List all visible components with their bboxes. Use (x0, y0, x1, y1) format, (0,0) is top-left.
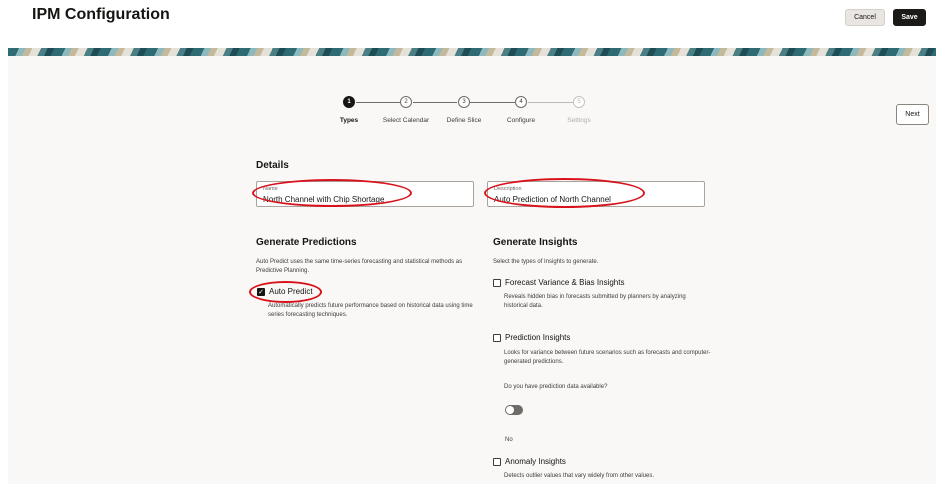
toggle-knob (506, 406, 514, 414)
page-header: IPM Configuration Cancel Save (0, 0, 936, 48)
step-2-label[interactable]: Select Calendar (381, 116, 431, 126)
step-1-label[interactable]: Types (324, 116, 374, 126)
anomaly-insights-checkbox[interactable] (493, 458, 501, 466)
next-button[interactable]: Next (896, 104, 929, 125)
prediction-data-toggle-value: No (505, 437, 513, 443)
predictions-heading: Generate Predictions (256, 237, 357, 248)
save-button[interactable]: Save (893, 9, 926, 26)
annotation-circle (252, 179, 412, 207)
step-connector (470, 102, 515, 103)
details-heading: Details (256, 160, 289, 171)
auto-predict-help: Automatically predicts future performanc… (268, 303, 473, 318)
prediction-insights-help: Looks for variance between future scenar… (504, 350, 711, 365)
prediction-insights-label[interactable]: Prediction Insights (505, 333, 570, 342)
annotation-circle (484, 178, 645, 208)
prediction-data-toggle[interactable] (505, 405, 523, 415)
step-2-circle[interactable]: 2 (400, 96, 412, 108)
step-5-label: Settings (567, 117, 591, 124)
forecast-variance-label[interactable]: Forecast Variance & Bias Insights (505, 278, 624, 287)
annotation-circle (249, 281, 322, 303)
decorative-banner (8, 48, 936, 56)
step-connector (413, 102, 457, 103)
forecast-variance-help: Reveals hidden bias in forecasts submitt… (504, 294, 686, 309)
prediction-data-question: Do you have prediction data available? (504, 384, 608, 390)
step-connector (528, 102, 573, 103)
step-connector (356, 102, 400, 103)
step-3-circle[interactable]: 3 (458, 96, 470, 108)
forecast-variance-checkbox[interactable] (493, 279, 501, 287)
step-5-circle: 5 (573, 96, 585, 108)
insights-intro: Select the types of Insights to generate… (493, 259, 599, 265)
page-title: IPM Configuration (32, 6, 170, 23)
step-4-circle[interactable]: 4 (515, 96, 527, 108)
anomaly-insights-label[interactable]: Anomaly Insights (505, 457, 566, 466)
step-4-label[interactable]: Configure (496, 116, 546, 126)
predictions-intro: Auto Predict uses the same time-series f… (256, 259, 463, 274)
step-3-label[interactable]: Define Slice (439, 116, 489, 126)
step-1-circle[interactable]: 1 (343, 96, 355, 108)
insights-heading: Generate Insights (493, 237, 578, 248)
prediction-insights-checkbox[interactable] (493, 334, 501, 342)
anomaly-insights-help: Detects outlier values that vary widely … (504, 473, 655, 479)
cancel-button[interactable]: Cancel (845, 9, 885, 26)
